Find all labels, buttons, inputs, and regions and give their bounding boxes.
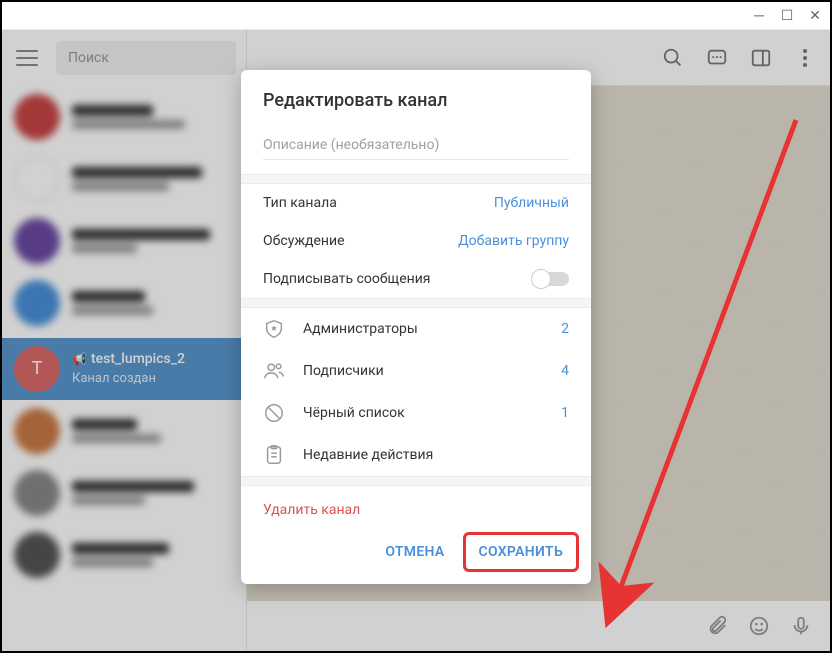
modal-overlay[interactable]: Редактировать канал Описание (необязател… bbox=[2, 30, 830, 651]
mgmt-count: 2 bbox=[561, 321, 569, 337]
shield-icon bbox=[263, 318, 285, 340]
close-icon[interactable]: ✕ bbox=[808, 9, 822, 23]
save-button[interactable]: СОХРАНИТЬ bbox=[465, 534, 577, 570]
app-window: ─ ☐ ✕ Поиск T 📢 bbox=[0, 0, 832, 653]
discussion-row[interactable]: Обсуждение Добавить группу bbox=[241, 222, 591, 260]
divider bbox=[241, 174, 591, 184]
sign-toggle[interactable] bbox=[533, 272, 569, 286]
channel-type-value[interactable]: Публичный bbox=[494, 195, 569, 211]
mgmt-count: 4 bbox=[561, 363, 569, 379]
edit-channel-modal: Редактировать канал Описание (необязател… bbox=[241, 70, 591, 584]
setting-label: Тип канала bbox=[263, 195, 337, 211]
delete-channel-link[interactable]: Удалить канал bbox=[241, 486, 591, 526]
blacklist-row[interactable]: Чёрный список 1 bbox=[241, 392, 591, 434]
modal-buttons: ОТМЕНА СОХРАНИТЬ bbox=[241, 526, 591, 584]
subscribers-row[interactable]: Подписчики 4 bbox=[241, 350, 591, 392]
mgmt-count: 1 bbox=[561, 405, 569, 421]
sign-messages-row[interactable]: Подписывать сообщения bbox=[241, 260, 591, 298]
list-icon bbox=[263, 444, 285, 466]
channel-type-row[interactable]: Тип канала Публичный bbox=[241, 184, 591, 222]
divider bbox=[241, 298, 591, 308]
description-input[interactable]: Описание (необязательно) bbox=[263, 137, 569, 160]
discussion-value[interactable]: Добавить группу bbox=[458, 233, 569, 249]
admins-row[interactable]: Администраторы 2 bbox=[241, 308, 591, 350]
mgmt-label: Подписчики bbox=[303, 363, 543, 379]
maximize-icon[interactable]: ☐ bbox=[780, 9, 794, 23]
modal-title: Редактировать канал bbox=[241, 70, 591, 129]
minimize-icon[interactable]: ─ bbox=[752, 9, 766, 23]
window-titlebar: ─ ☐ ✕ bbox=[2, 2, 830, 30]
recent-actions-row[interactable]: Недавние действия bbox=[241, 434, 591, 476]
app-body: Поиск T 📢 test_lumpics_2 Канал bbox=[2, 30, 830, 651]
mgmt-label: Администраторы bbox=[303, 321, 543, 337]
cancel-button[interactable]: ОТМЕНА bbox=[371, 534, 458, 570]
setting-label: Подписывать сообщения bbox=[263, 271, 430, 287]
mgmt-label: Недавние действия bbox=[303, 447, 551, 463]
mgmt-label: Чёрный список bbox=[303, 405, 543, 421]
setting-label: Обсуждение bbox=[263, 233, 345, 249]
divider bbox=[241, 476, 591, 486]
block-icon bbox=[263, 402, 285, 424]
people-icon bbox=[263, 360, 285, 382]
